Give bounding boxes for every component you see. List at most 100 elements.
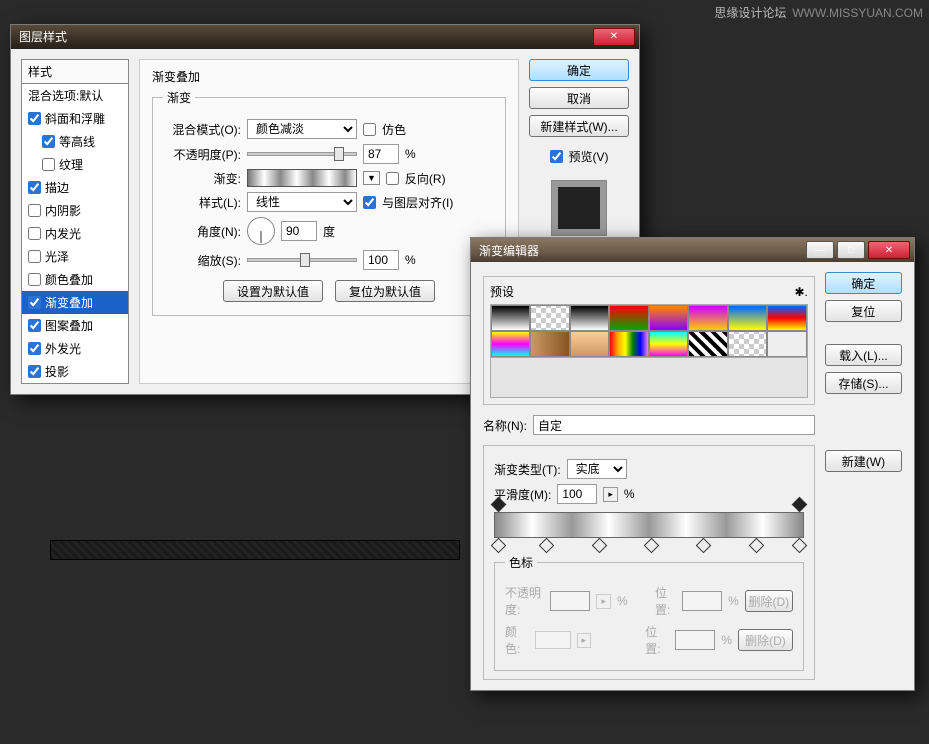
style-select[interactable]: 线性 — [247, 192, 357, 212]
set-default-button[interactable]: 设置为默认值 — [223, 280, 323, 302]
gear-icon[interactable]: ✱. — [794, 285, 807, 299]
panel-heading: 渐变叠加 — [152, 68, 506, 85]
preset-swatch[interactable] — [530, 305, 569, 331]
color-stop[interactable] — [539, 538, 555, 554]
style-item[interactable]: 投影 — [22, 360, 128, 383]
style-item[interactable]: 等高线 — [22, 130, 128, 153]
preset-swatch[interactable] — [491, 305, 530, 331]
style-item[interactable]: 图案叠加 — [22, 314, 128, 337]
style-item-checkbox[interactable] — [42, 158, 55, 171]
preset-grid[interactable] — [490, 304, 808, 358]
preset-swatch[interactable] — [649, 305, 688, 331]
blend-mode-select[interactable]: 颜色减淡 — [247, 119, 357, 139]
delete-stop-button: 删除(D) — [738, 629, 793, 651]
reverse-checkbox[interactable] — [386, 172, 399, 185]
ok-button[interactable]: 确定 — [529, 59, 629, 81]
close-icon[interactable]: ✕ — [593, 28, 635, 46]
color-stop[interactable] — [591, 538, 607, 554]
style-item[interactable]: 颜色叠加 — [22, 268, 128, 291]
ok-button[interactable]: 确定 — [825, 272, 902, 294]
preset-swatch[interactable] — [491, 331, 530, 357]
style-item[interactable]: 内发光 — [22, 222, 128, 245]
style-item-checkbox[interactable] — [28, 250, 41, 263]
preset-swatch[interactable] — [728, 305, 767, 331]
opacity-slider[interactable] — [247, 152, 357, 156]
style-item[interactable]: 外发光 — [22, 337, 128, 360]
style-item-checkbox[interactable] — [28, 227, 41, 240]
angle-dial[interactable] — [247, 217, 275, 245]
style-label: 样式(L): — [163, 194, 241, 211]
watermark: 思缘设计论坛WWW.MISSYUAN.COM — [714, 4, 923, 21]
color-stop[interactable] — [792, 538, 808, 554]
style-item-checkbox[interactable] — [42, 135, 55, 148]
titlebar[interactable]: 图层样式 ✕ — [11, 25, 639, 49]
color-stop[interactable] — [748, 538, 764, 554]
preview-checkbox[interactable] — [550, 150, 563, 163]
style-item-label: 内发光 — [45, 225, 81, 242]
gradient-bar[interactable] — [494, 512, 804, 538]
style-item[interactable]: 描边 — [22, 176, 128, 199]
reset-button[interactable]: 复位 — [825, 300, 902, 322]
preset-swatch[interactable] — [767, 305, 806, 331]
scale-slider[interactable] — [247, 258, 357, 262]
titlebar[interactable]: 渐变编辑器 — □ ✕ — [471, 238, 914, 262]
name-label: 名称(N): — [483, 417, 527, 434]
opacity-input[interactable] — [363, 144, 399, 164]
reset-default-button[interactable]: 复位为默认值 — [335, 280, 435, 302]
maximize-icon[interactable]: □ — [837, 241, 865, 259]
preset-swatch[interactable] — [728, 331, 767, 357]
blending-options-item[interactable]: 混合选项:默认 — [22, 84, 128, 107]
preset-swatch[interactable] — [609, 305, 648, 331]
preset-swatch[interactable] — [649, 331, 688, 357]
style-item-label: 外发光 — [45, 340, 81, 357]
preset-swatch[interactable] — [688, 331, 727, 357]
gradient-dropdown-icon[interactable]: ▼ — [363, 171, 380, 185]
style-item[interactable]: 渐变叠加 — [22, 291, 128, 314]
style-item-checkbox[interactable] — [28, 204, 41, 217]
gradient-swatch[interactable] — [247, 169, 357, 187]
new-button[interactable]: 新建(W) — [825, 450, 902, 472]
smoothness-input[interactable] — [557, 484, 597, 504]
scale-input[interactable] — [363, 250, 399, 270]
style-item-checkbox[interactable] — [28, 296, 41, 309]
angle-input[interactable] — [281, 221, 317, 241]
style-item-checkbox[interactable] — [28, 112, 41, 125]
style-item-checkbox[interactable] — [28, 365, 41, 378]
name-input[interactable] — [533, 415, 815, 435]
style-item-checkbox[interactable] — [28, 342, 41, 355]
style-item-checkbox[interactable] — [28, 181, 41, 194]
preview-thumbnail — [551, 180, 607, 236]
color-stop[interactable] — [644, 538, 660, 554]
gradient-editor-dialog: 渐变编辑器 — □ ✕ 预设 ✱. 名称(N): 渐变类型(T) — [470, 237, 915, 691]
close-icon[interactable]: ✕ — [868, 241, 910, 259]
minimize-icon[interactable]: — — [806, 241, 834, 259]
gradient-type-select[interactable]: 实底 — [567, 459, 627, 479]
preset-swatch[interactable] — [767, 331, 806, 357]
color-stop[interactable] — [491, 538, 507, 554]
style-item[interactable]: 内阴影 — [22, 199, 128, 222]
style-item-checkbox[interactable] — [28, 319, 41, 332]
style-item-label: 内阴影 — [45, 202, 81, 219]
dither-checkbox[interactable] — [363, 123, 376, 136]
new-style-button[interactable]: 新建样式(W)... — [529, 115, 629, 137]
preset-swatch[interactable] — [609, 331, 648, 357]
save-button[interactable]: 存储(S)... — [825, 372, 902, 394]
gradient-group: 渐变 混合模式(O): 颜色减淡 仿色 不透明度(P): % 渐变: ▼ — [152, 89, 506, 316]
color-stop[interactable] — [696, 538, 712, 554]
presets-group: 预设 ✱. — [483, 276, 815, 405]
cancel-button[interactable]: 取消 — [529, 87, 629, 109]
dither-label: 仿色 — [382, 121, 406, 138]
preset-swatch[interactable] — [570, 331, 609, 357]
style-item[interactable]: 光泽 — [22, 245, 128, 268]
style-item[interactable]: 斜面和浮雕 — [22, 107, 128, 130]
style-item[interactable]: 纹理 — [22, 153, 128, 176]
preset-swatch[interactable] — [530, 331, 569, 357]
smooth-dropdown-icon[interactable]: ▸ — [603, 487, 618, 502]
angle-label: 角度(N): — [163, 223, 241, 240]
preset-swatch[interactable] — [688, 305, 727, 331]
load-button[interactable]: 载入(L)... — [825, 344, 902, 366]
opacity-label: 不透明度(P): — [163, 146, 241, 163]
style-item-checkbox[interactable] — [28, 273, 41, 286]
align-checkbox[interactable] — [363, 196, 376, 209]
preset-swatch[interactable] — [570, 305, 609, 331]
